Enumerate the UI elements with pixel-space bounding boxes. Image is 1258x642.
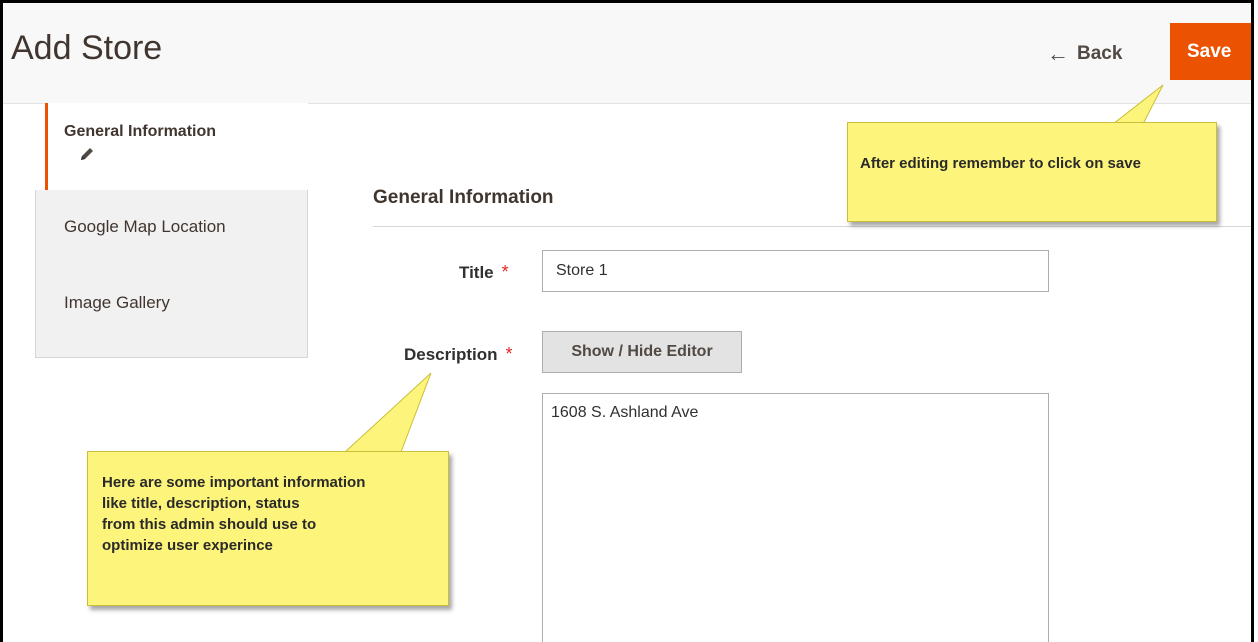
callout-info-note: Here are some important information like…	[87, 451, 449, 606]
callout-line: like title, description, status	[102, 495, 300, 512]
page-frame: Add Store ← Back Save General Informatio…	[0, 0, 1254, 642]
callout-line: from this admin should use to	[102, 516, 317, 533]
callout-line: Here are some important information	[102, 474, 366, 491]
callout-line: optimize user experince	[102, 537, 273, 554]
callout-save-note: After editing remember to click on save	[847, 122, 1217, 222]
